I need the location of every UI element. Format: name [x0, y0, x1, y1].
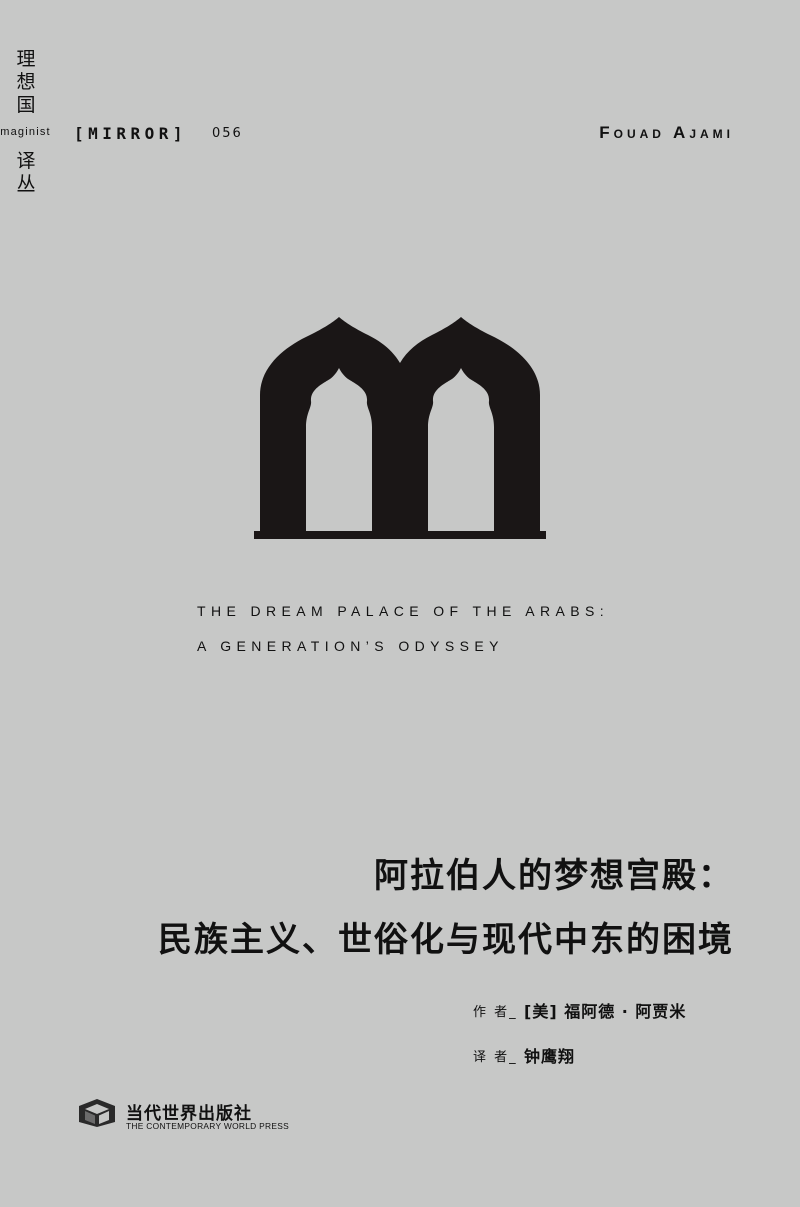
- series-latin-name: Imaginist: [0, 126, 51, 138]
- series-number: 056: [212, 126, 243, 141]
- title-en-line-2: A GENERATION’S ODYSSEY: [197, 638, 504, 654]
- title-en-line-1: THE DREAM PALACE OF THE ARABS:: [197, 603, 609, 619]
- title-zh-line-1: 阿拉伯人的梦想宫殿：: [374, 856, 734, 896]
- publisher-name-en: THE CONTEMPORARY WORLD PRESS: [126, 1121, 290, 1131]
- series-char-2: 想: [16, 71, 36, 93]
- translator-name: 钟鹰翔: [524, 1047, 576, 1066]
- title-zh-line-2: 民族主义、世俗化与现代中东的困境: [158, 920, 734, 960]
- author-role-label: 作 者_: [473, 1005, 518, 1020]
- author-name-en: Fouad Ajami: [599, 123, 734, 142]
- translator-role-label: 译 者_: [473, 1050, 518, 1065]
- series-char-1: 理: [16, 48, 36, 70]
- arch-m-icon: [254, 317, 546, 539]
- series-char-3: 国: [16, 94, 36, 116]
- series-sub-char-1: 译: [16, 150, 36, 172]
- author-name-zh: [美] 福阿德 · 阿贾米: [524, 1002, 687, 1021]
- series-sub-char-2: 丛: [16, 173, 36, 195]
- imprint-label: [MIRROR]: [74, 124, 188, 143]
- publisher-cube-icon: [79, 1099, 115, 1127]
